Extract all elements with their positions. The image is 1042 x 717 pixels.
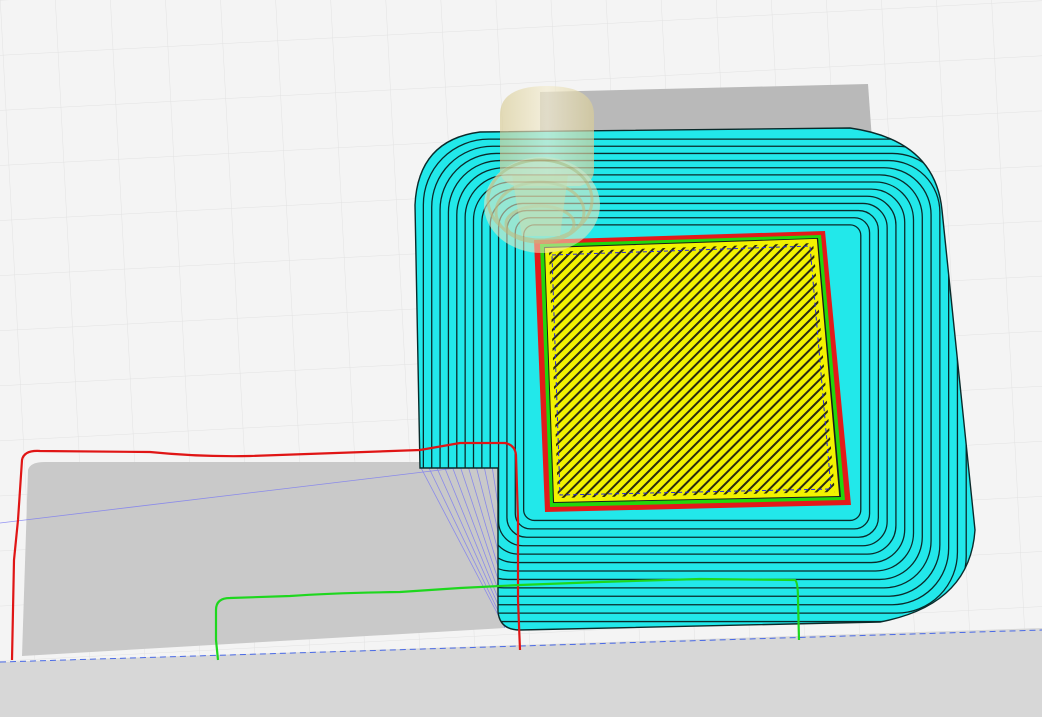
nozzle-icon (484, 86, 600, 253)
infill-area (544, 238, 840, 503)
3d-preview-viewport[interactable] (0, 0, 1042, 717)
